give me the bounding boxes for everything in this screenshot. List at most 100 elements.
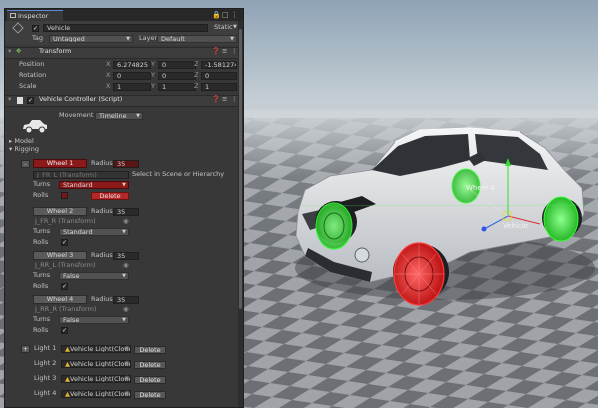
component-enabled-checkbox[interactable]: ✓	[27, 97, 34, 104]
wheel-4-turns-dropdown[interactable]: False ▼	[59, 316, 129, 324]
scale-z-field[interactable]: 1	[201, 83, 237, 91]
object-name-field[interactable]: Vehicle	[43, 24, 208, 32]
inspector-panel: Inspector 🔒 □ ⋮ ✓ Vehicle Static ▼ Tag U…	[4, 8, 244, 408]
object-picker-icon[interactable]: ◉	[123, 261, 129, 270]
wheel-2-button[interactable]: Wheel 2	[33, 207, 87, 216]
inspector-tab[interactable]: Inspector	[7, 10, 63, 21]
wheel-1-rolls-checkbox[interactable]	[61, 192, 68, 199]
preset-icon[interactable]: ≡	[222, 47, 227, 56]
expand-arrow-icon[interactable]: ▾	[8, 95, 11, 104]
wheel-3-rolls-label: Rolls	[33, 282, 49, 290]
wheel-2-transform-field[interactable]: J_FR_R (Transform)	[35, 217, 96, 226]
lock-icon[interactable]: 🔒	[212, 11, 221, 19]
wheel-4-rolls-checkbox[interactable]: ✓	[61, 327, 68, 334]
wheel-4-button[interactable]: Wheel 4	[33, 295, 87, 304]
script-icon	[17, 97, 23, 104]
wheel-2-turns-dropdown[interactable]: Standard ▼	[59, 228, 129, 236]
add-light-button[interactable]: +	[21, 345, 30, 353]
wheel-3-rolls-checkbox[interactable]: ✓	[61, 283, 68, 290]
help-icon[interactable]: ❓	[212, 95, 220, 104]
light-1-field[interactable]: ▲Vehicle Light(Clone)	[61, 345, 131, 353]
wheel-2-rolls-label: Rolls	[33, 238, 49, 246]
maximize-icon[interactable]: □	[222, 11, 229, 19]
wheel-1-delete-button[interactable]: Delete	[91, 192, 129, 200]
scene-label-wheel: Wheel 4	[466, 184, 495, 192]
wheel-2-radius-field[interactable]: 35	[113, 208, 139, 216]
active-checkbox[interactable]: ✓	[32, 25, 39, 32]
object-picker-icon[interactable]: ◉	[124, 344, 130, 353]
object-picker-icon[interactable]: ◉	[124, 374, 130, 383]
scene-label-vehicle: Vehicle	[503, 222, 528, 230]
movement-label: Movement	[59, 111, 94, 119]
wheel-1-transform-field[interactable]: J_FR_L (Transform)	[33, 171, 129, 179]
movement-dropdown[interactable]: Timeline ▼	[95, 112, 143, 120]
object-picker-icon[interactable]: ◉	[123, 217, 129, 226]
rigging-foldout[interactable]: ▾ Rigging	[9, 145, 39, 154]
transform-icon: ✥	[16, 47, 22, 55]
wheel-4-radius-field[interactable]: 35	[113, 296, 139, 304]
wheel-2-rolls-checkbox[interactable]: ✓	[61, 239, 68, 246]
wheel-4-rolls-label: Rolls	[33, 326, 49, 334]
wheel-1-hint: Select in Scene or Hierarchy	[132, 170, 225, 178]
static-dropdown-icon[interactable]: ▼	[233, 23, 237, 32]
inspector-scrollbar-thumb[interactable]	[239, 29, 242, 309]
wheel-2-turns-label: Turns	[33, 227, 51, 235]
more-menu-icon[interactable]: ⋮	[231, 11, 238, 19]
rotation-z-field[interactable]: 0	[201, 72, 237, 80]
object-picker-icon[interactable]: ◉	[123, 305, 129, 314]
scale-label: Scale	[19, 82, 37, 90]
light-2-field[interactable]: ▲Vehicle Light(Clone)	[61, 360, 131, 368]
vehicle-controller-title: Vehicle Controller (Script)	[39, 95, 123, 103]
position-y-field[interactable]: 0	[158, 61, 196, 69]
static-label: Static	[214, 23, 233, 31]
wheel-1-rolls-label: Rolls	[33, 191, 49, 199]
scale-x-field[interactable]: 1	[113, 83, 151, 91]
light-1-label: Light 1	[34, 344, 57, 352]
wheel-3-transform-field[interactable]: J_RR_L (Transform)	[35, 261, 96, 270]
light-2-label: Light 2	[34, 359, 57, 367]
wheel-3-turns-dropdown[interactable]: False ▼	[59, 272, 129, 280]
layer-dropdown[interactable]: Default ▼	[157, 35, 237, 43]
wheel-1-radius-field[interactable]: 35	[113, 160, 139, 168]
wheel-1-turns-label: Turns	[33, 180, 51, 188]
car-icon	[23, 120, 47, 134]
scale-y-field[interactable]: 1	[158, 83, 196, 91]
transform-title: Transform	[39, 47, 72, 55]
object-picker-icon[interactable]: ◉	[124, 389, 130, 398]
layer-label: Layer	[139, 34, 158, 42]
light-4-label: Light 4	[34, 389, 57, 397]
object-picker-icon[interactable]: ◉	[124, 359, 130, 368]
wheel-4-transform-field[interactable]: J_RR_R (Transform)	[35, 305, 96, 314]
light-3-label: Light 3	[34, 374, 57, 382]
expand-arrow-icon[interactable]: ▾	[8, 47, 11, 56]
rotation-label: Rotation	[19, 71, 47, 79]
rotation-y-field[interactable]: 0	[158, 72, 196, 80]
wheel-3-radius-label: Radius	[91, 251, 113, 259]
remove-wheel-button[interactable]: -	[21, 160, 30, 168]
position-x-field[interactable]: 6.274825	[113, 61, 151, 69]
position-z-field[interactable]: -1.581274	[201, 61, 237, 69]
wheel-2-radius-label: Radius	[91, 207, 113, 215]
wheel-1-turns-dropdown[interactable]: Standard ▼	[59, 181, 129, 189]
component-menu-icon[interactable]: ⋮	[231, 95, 238, 104]
help-icon[interactable]: ❓	[212, 47, 220, 56]
rotation-x-field[interactable]: 0	[113, 72, 151, 80]
light-4-delete-button[interactable]: Delete	[134, 391, 166, 399]
component-menu-icon[interactable]: ⋮	[231, 47, 238, 56]
light-2-delete-button[interactable]: Delete	[134, 361, 166, 369]
info-icon	[10, 13, 16, 18]
wheel-3-radius-field[interactable]: 35	[113, 252, 139, 260]
wheel-1-button[interactable]: Wheel 1	[33, 159, 87, 168]
tag-dropdown[interactable]: Untagged ▼	[49, 35, 133, 43]
wheel-4-radius-label: Radius	[91, 295, 113, 303]
light-3-delete-button[interactable]: Delete	[134, 376, 166, 384]
light-1-delete-button[interactable]: Delete	[134, 346, 166, 354]
inspector-tab-label: Inspector	[18, 12, 49, 20]
preset-icon[interactable]: ≡	[222, 95, 227, 104]
light-4-field[interactable]: ▲Vehicle Light(Clone)	[61, 390, 131, 398]
light-3-field[interactable]: ▲Vehicle Light(Clone)	[61, 375, 131, 383]
wheel-3-button[interactable]: Wheel 3	[33, 251, 87, 260]
position-label: Position	[19, 60, 45, 68]
wheel-3-turns-label: Turns	[33, 271, 51, 279]
tag-label: Tag	[32, 34, 44, 42]
